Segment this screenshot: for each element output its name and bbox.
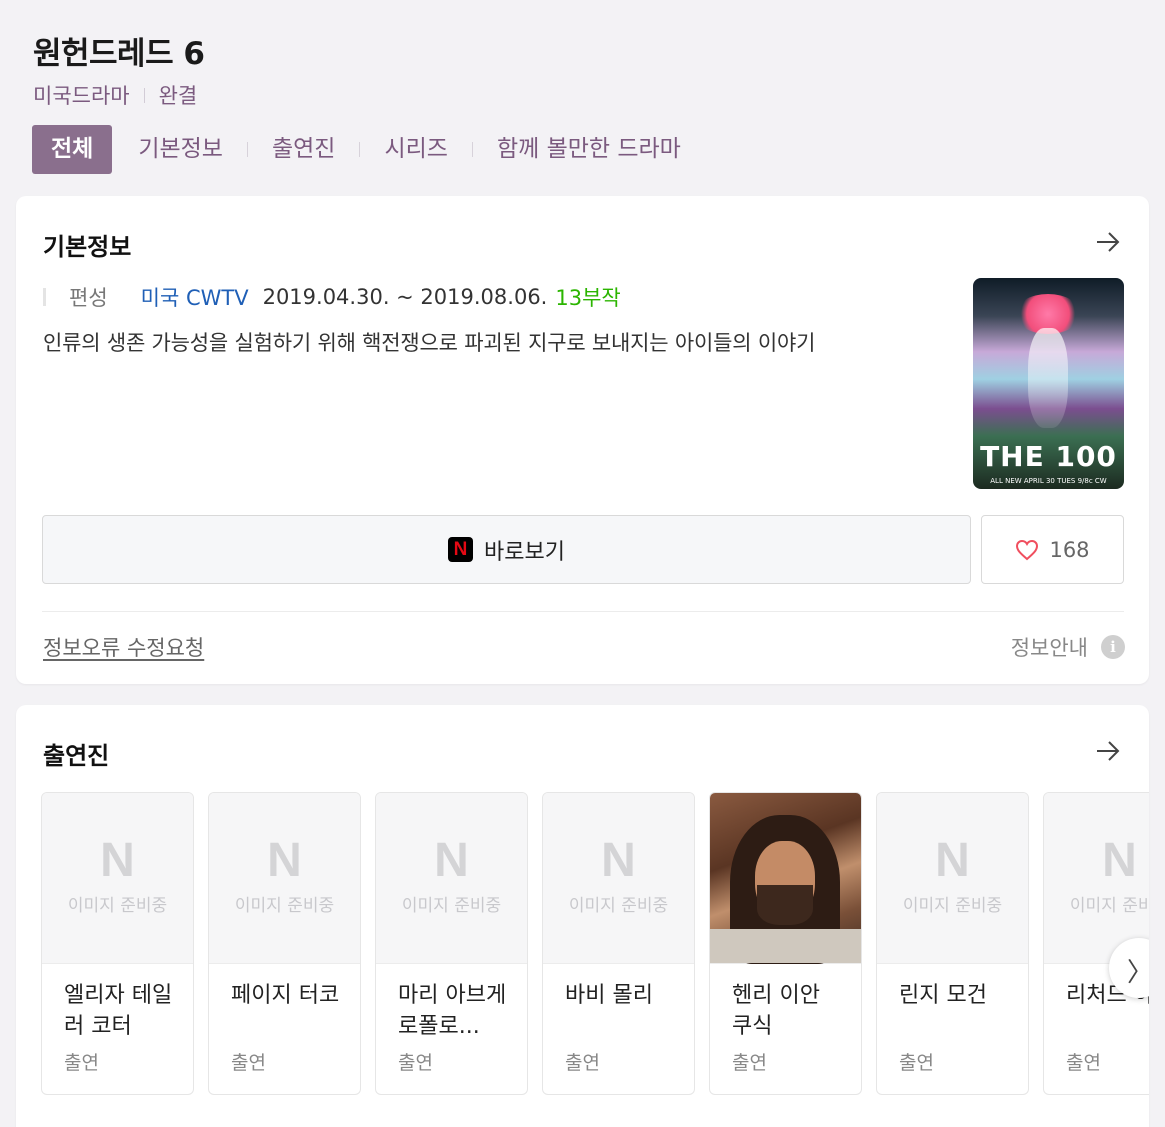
cast-carousel: N 이미지 준비중 엘리자 테일러 코터 출연 N 이미지 준비중 페이지 터코… — [41, 792, 1149, 1095]
placeholder-text: 이미지 준비중 — [67, 896, 168, 916]
synopsis: 인류의 생존 가능성을 실험하기 위해 핵전쟁으로 파괴된 지구로 보내지는 아… — [43, 331, 816, 355]
tab-recommended[interactable]: 함께 볼만한 드라마 — [497, 125, 681, 174]
cast-name: 린지 모건 — [899, 983, 987, 1008]
cast-role: 출연 — [565, 1052, 600, 1074]
basic-info-title: 기본정보 — [43, 233, 132, 261]
info-icon: i — [1101, 635, 1125, 659]
netflix-icon: N — [448, 537, 474, 562]
photo-art — [757, 885, 813, 925]
cast-name: 엘리자 테일러 코터 — [64, 983, 173, 1039]
heart-icon — [1016, 539, 1039, 560]
watch-now-button[interactable]: N 바로보기 — [42, 515, 971, 584]
info-bullet — [43, 288, 46, 306]
watch-now-label: 바로보기 — [484, 539, 565, 565]
cast-role: 출연 — [1066, 1052, 1101, 1074]
cast-item[interactable]: N 이미지 준비중 엘리자 테일러 코터 출연 — [41, 792, 194, 1095]
cast-placeholder-image: N 이미지 준비중 — [209, 793, 360, 964]
tab-all[interactable]: 전체 — [32, 125, 113, 174]
poster-logo: THE 100 — [980, 440, 1117, 473]
cast-placeholder-image: N 이미지 준비중 — [543, 793, 694, 964]
photo-art — [710, 929, 861, 963]
tab-divider — [246, 142, 248, 157]
placeholder-text: 이미지 준비중 — [1069, 896, 1149, 916]
cast-item[interactable]: 헨리 이안 쿠식 출연 — [709, 792, 862, 1095]
tab-divider — [471, 142, 473, 157]
naver-logo-icon: N — [935, 834, 970, 887]
status-label: 완결 — [158, 84, 198, 108]
broadcast-info: 편성 미국 CWTV 2019.04.30. ~ 2019.08.06. 13부… — [43, 282, 621, 312]
arrow-right-icon[interactable] — [1095, 231, 1121, 253]
genre-link[interactable]: 미국드라마 — [33, 80, 130, 110]
poster-image[interactable]: THE 100 ALL NEW APRIL 30 TUES 9/8c CW — [973, 278, 1124, 489]
cast-card: 출연진 N 이미지 준비중 엘리자 테일러 코터 출연 N 이미지 준비중 페이… — [16, 705, 1149, 1127]
page-title: 원헌드레드 6 — [33, 36, 205, 72]
placeholder-text: 이미지 준비중 — [234, 896, 335, 916]
cast-role: 출연 — [398, 1052, 433, 1074]
cast-role: 출연 — [231, 1052, 266, 1074]
poster-art — [1028, 328, 1068, 428]
placeholder-text: 이미지 준비중 — [568, 896, 669, 916]
cast-title: 출연진 — [43, 742, 110, 770]
basic-info-card: 기본정보 편성 미국 CWTV 2019.04.30. ~ 2019.08.06… — [16, 196, 1149, 684]
cast-item[interactable]: N 이미지 준비중 바비 몰리 출연 — [542, 792, 695, 1095]
naver-logo-icon: N — [267, 834, 302, 887]
tab-series[interactable]: 시리즈 — [384, 125, 447, 174]
cast-name: 페이지 터코 — [231, 983, 340, 1008]
cast-placeholder-image: N 이미지 준비중 — [42, 793, 193, 964]
meta-divider — [143, 87, 145, 103]
broadcast-label: 편성 — [69, 286, 108, 310]
tab-divider — [359, 142, 361, 157]
naver-logo-icon: N — [1102, 834, 1137, 887]
naver-logo-icon: N — [100, 834, 135, 887]
cast-placeholder-image: N 이미지 준비중 — [376, 793, 527, 964]
tab-bar: 전체 기본정보 출연진 시리즈 함께 볼만한 드라마 — [32, 125, 681, 174]
network-link[interactable]: 미국 CWTV — [141, 282, 249, 312]
cast-item[interactable]: N 이미지 준비중 린지 모건 출연 — [876, 792, 1029, 1095]
cast-role: 출연 — [732, 1052, 767, 1074]
placeholder-text: 이미지 준비중 — [401, 896, 502, 916]
title-meta: 미국드라마 완결 — [33, 80, 1145, 110]
info-guide-label: 정보안내 — [1010, 636, 1088, 660]
cast-placeholder-image: N 이미지 준비중 — [877, 793, 1028, 964]
report-error-link[interactable]: 정보오류 수정요청 — [43, 632, 204, 662]
naver-logo-icon: N — [434, 834, 469, 887]
naver-logo-icon: N — [601, 834, 636, 887]
info-guide-button[interactable]: 정보안내 i — [1011, 632, 1125, 662]
air-dates: 2019.04.30. ~ 2019.08.06. — [262, 285, 548, 309]
tab-cast[interactable]: 출연진 — [272, 125, 335, 174]
page-header: 원헌드레드 6 미국드라마 완결 — [33, 34, 1145, 110]
cast-name: 바비 몰리 — [565, 983, 653, 1008]
cast-name: 마리 아브게로폴로... — [398, 983, 507, 1039]
like-count: 168 — [1049, 537, 1090, 562]
like-button[interactable]: 168 — [981, 515, 1124, 584]
cast-item[interactable]: N 이미지 준비중 마리 아브게로폴로... 출연 — [375, 792, 528, 1095]
placeholder-text: 이미지 준비중 — [902, 896, 1003, 916]
cast-role: 출연 — [64, 1052, 99, 1074]
chevron-right-icon: 〉 — [1127, 952, 1149, 989]
cast-photo — [710, 793, 861, 964]
poster-caption: ALL NEW APRIL 30 TUES 9/8c CW — [990, 477, 1107, 485]
cast-role: 출연 — [899, 1052, 934, 1074]
tab-basic-info[interactable]: 기본정보 — [138, 125, 223, 174]
divider — [42, 611, 1124, 612]
arrow-right-icon[interactable] — [1095, 740, 1121, 762]
episode-count: 13부작 — [555, 286, 621, 310]
cast-name: 헨리 이안 쿠식 — [732, 983, 820, 1039]
cast-item[interactable]: N 이미지 준비중 페이지 터코 출연 — [208, 792, 361, 1095]
